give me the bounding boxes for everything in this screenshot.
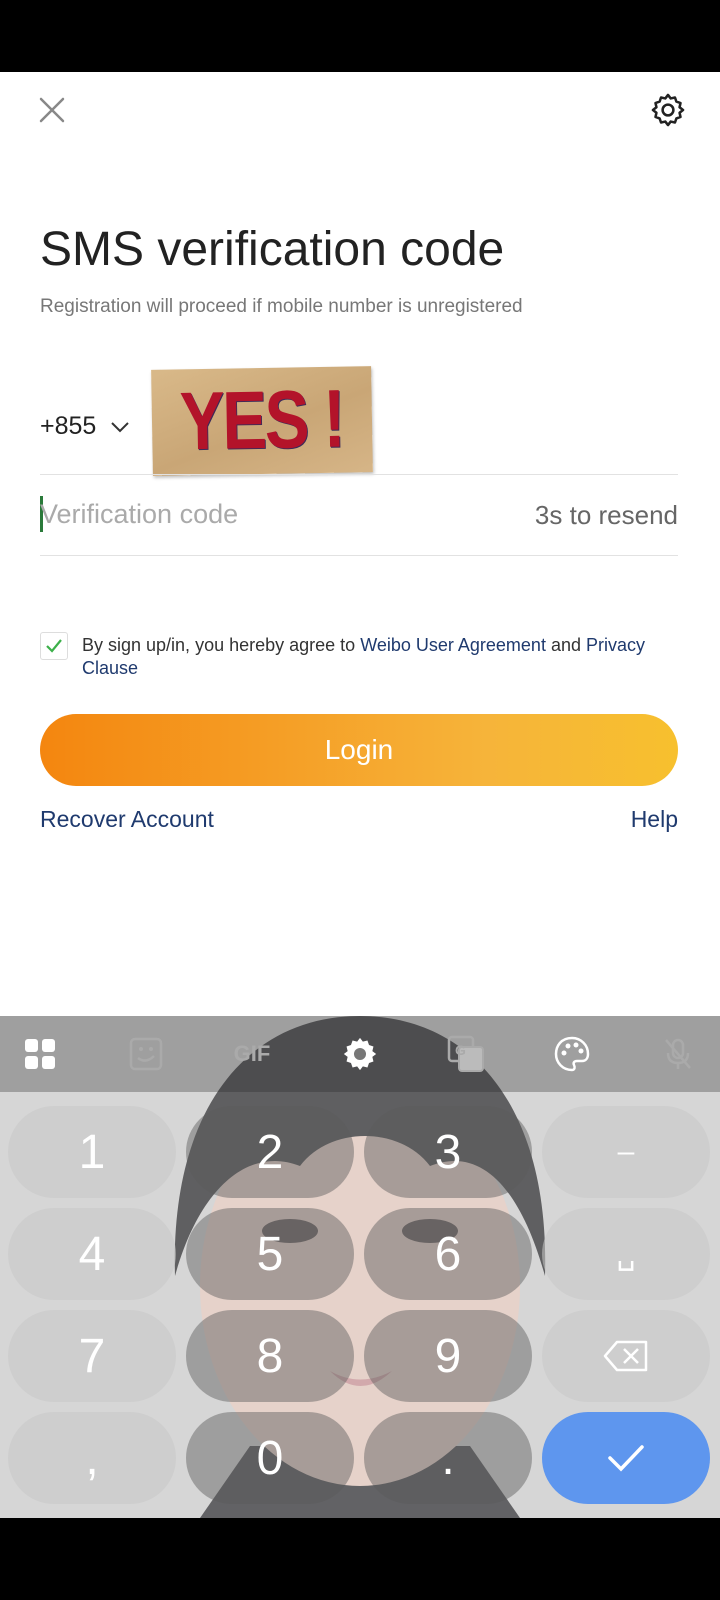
key-3[interactable]: 3	[364, 1106, 532, 1198]
verification-code-field[interactable]	[40, 490, 500, 538]
agreement-middle: and	[545, 635, 586, 655]
key-2[interactable]: 2	[186, 1106, 354, 1198]
country-code-label: +855	[40, 412, 97, 440]
divider	[40, 474, 678, 475]
backspace-key[interactable]	[542, 1310, 710, 1402]
palette-icon	[554, 1036, 590, 1072]
agreement-prefix: By sign up/in, you hereby agree to	[82, 635, 361, 655]
key-6[interactable]: 6	[364, 1208, 532, 1300]
apps-grid-button[interactable]	[16, 1030, 64, 1078]
done-key[interactable]	[542, 1412, 710, 1504]
key-0[interactable]: 0	[186, 1412, 354, 1504]
close-button[interactable]	[30, 88, 74, 132]
divider	[40, 555, 678, 556]
key-5[interactable]: 5	[186, 1208, 354, 1300]
key-space[interactable]: ␣	[542, 1208, 710, 1300]
settings-icon	[343, 1037, 377, 1071]
user-agreement-link[interactable]: Weibo User Agreement	[360, 635, 546, 655]
yes-sticker-image: YES !	[151, 366, 373, 476]
key-7[interactable]: 7	[8, 1310, 176, 1402]
gif-icon: GIF	[233, 1041, 271, 1066]
navigation-bar	[0, 1518, 720, 1600]
country-code-selector[interactable]: +855	[40, 412, 130, 441]
sticker-text: YES !	[179, 373, 345, 468]
voice-input-button[interactable]	[654, 1030, 702, 1078]
gear-icon	[651, 93, 685, 127]
translate-button[interactable]: G	[442, 1030, 490, 1078]
check-icon	[608, 1445, 644, 1472]
svg-text:G: G	[455, 1042, 466, 1058]
keypad: 1 2 3 – 4 5 6 ␣ 7 8 9 , 0 .	[0, 1092, 720, 1518]
mic-off-icon	[665, 1038, 691, 1069]
close-icon	[39, 97, 65, 123]
key-9[interactable]: 9	[364, 1310, 532, 1402]
login-button[interactable]: Login	[40, 714, 678, 786]
sticker-button[interactable]	[122, 1030, 170, 1078]
check-icon	[46, 639, 62, 653]
gif-button[interactable]: GIF	[228, 1030, 276, 1078]
login-screen: SMS verification code Registration will …	[0, 72, 720, 1016]
page-subtitle: Registration will proceed if mobile numb…	[40, 296, 523, 317]
help-link[interactable]: Help	[631, 806, 678, 833]
chevron-down-icon	[111, 421, 130, 432]
apps-grid-icon	[25, 1039, 55, 1069]
page-title: SMS verification code	[40, 223, 505, 276]
key-8[interactable]: 8	[186, 1310, 354, 1402]
agreement-checkbox[interactable]	[40, 632, 68, 660]
keyboard-toolbar: GIF G	[0, 1016, 720, 1092]
numeric-keyboard: GIF G 1 2 3 – 4 5 6 ␣ 7 8 9 , 0 .	[0, 1016, 720, 1518]
settings-button[interactable]	[644, 86, 692, 134]
sticker-icon	[129, 1037, 163, 1071]
verification-code-input[interactable]	[40, 498, 480, 530]
resend-countdown: 3s to resend	[534, 500, 678, 530]
key-1[interactable]: 1	[8, 1106, 176, 1198]
key-4[interactable]: 4	[8, 1208, 176, 1300]
key-period[interactable]: .	[364, 1412, 532, 1504]
key-comma[interactable]: ,	[8, 1412, 176, 1504]
keyboard-settings-button[interactable]	[336, 1030, 384, 1078]
backspace-icon	[603, 1340, 648, 1372]
agreement-text: By sign up/in, you hereby agree to Weibo…	[82, 634, 682, 680]
recover-account-link[interactable]: Recover Account	[40, 806, 214, 833]
key-dash[interactable]: –	[542, 1106, 710, 1198]
theme-button[interactable]	[548, 1030, 596, 1078]
translate-icon: G	[447, 1035, 484, 1072]
status-bar	[0, 0, 720, 72]
